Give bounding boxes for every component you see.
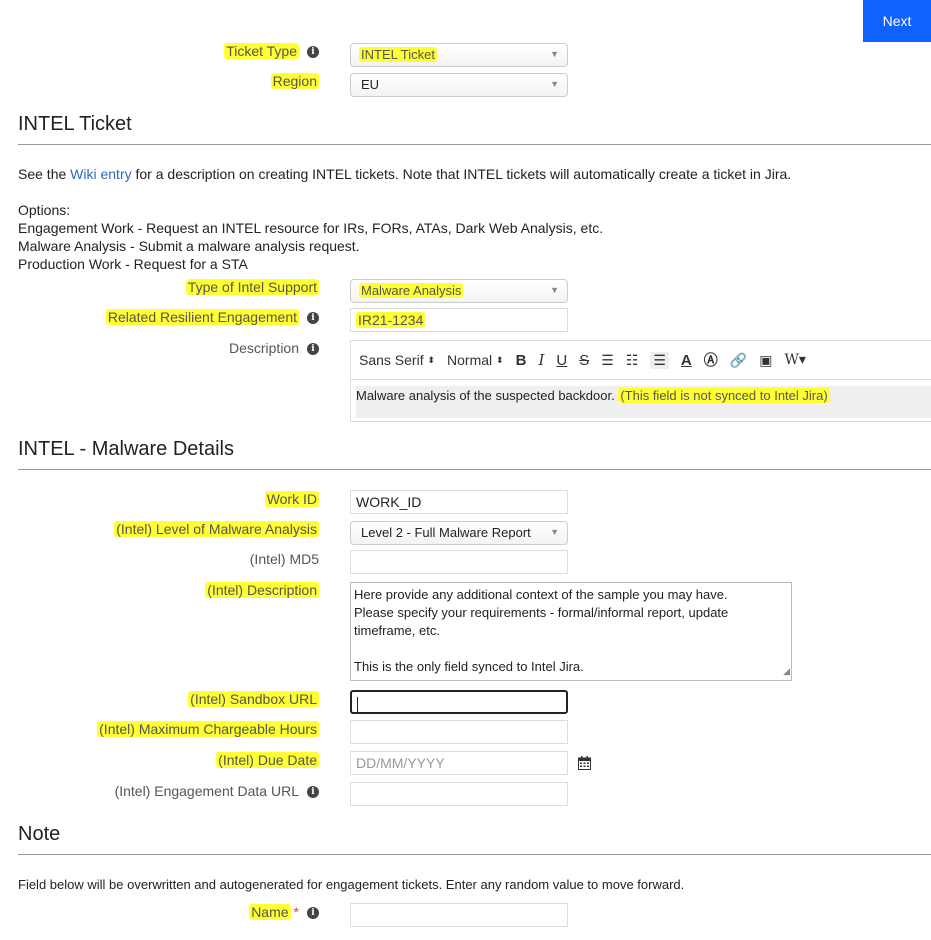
max-chargeable-hours-label: (Intel) Maximum Chargeable Hours [97,721,319,737]
intel-ticket-description: See the Wiki entry for a description on … [18,166,792,182]
description-editor-content[interactable]: Malware analysis of the suspected backdo… [356,386,931,418]
due-date-label: (Intel) Due Date [216,752,319,768]
max-chargeable-hours-input[interactable] [350,720,568,744]
sandbox-url-label: (Intel) Sandbox URL [188,691,319,707]
option-item: Engagement Work - Request an INTEL resou… [18,220,604,236]
description-label: Description i [229,340,319,356]
ticket-type-select[interactable]: INTEL Ticket ▼ [350,43,568,67]
section-title-intel-ticket: INTEL Ticket [18,113,132,135]
wiki-icon[interactable]: W▾ [784,352,805,368]
engagement-data-url-input[interactable] [350,782,568,806]
text-cursor [357,696,358,712]
work-id-label: Work ID [264,491,319,507]
divider [18,144,931,145]
wiki-entry-link[interactable]: Wiki entry [70,166,131,182]
section-title-malware-details: INTEL - Malware Details [18,438,234,460]
level-of-malware-analysis-select[interactable]: Level 2 - Full Malware Report ▼ [350,521,568,545]
description-editor[interactable]: Sans Serif ⬍ Normal ⬍ B I U S ☰ ☷ ☰ A Ⓐ … [350,340,931,422]
chevron-down-icon: ▼ [550,49,559,59]
underline-icon[interactable]: U [556,352,567,369]
image-icon[interactable]: ▣ [759,352,772,369]
text-color-icon[interactable]: A [681,352,692,369]
engagement-data-url-label: (Intel) Engagement Data URL i [115,783,319,799]
work-id-input[interactable]: WORK_ID [350,490,568,514]
chevron-down-icon: ▼ [550,527,559,537]
md5-label: (Intel) MD5 [249,551,319,567]
link-icon[interactable]: 🔗 [730,352,747,369]
region-label: Region [270,73,319,89]
font-family-picker[interactable]: Sans Serif ⬍ [359,352,435,368]
resize-handle-icon[interactable]: ◢ [783,662,790,680]
ordered-list-icon[interactable]: ☰ [601,352,614,369]
options-list: Options: Engagement Work - Request an IN… [18,202,604,272]
bold-icon[interactable]: B [516,352,527,369]
intel-description-label: (Intel) Description [205,582,319,598]
note-text: Field below will be overwritten and auto… [18,877,685,892]
md5-input[interactable] [350,550,568,574]
related-engagement-input[interactable]: IR21-1234 [350,308,568,332]
ticket-type-label: Ticket Type i [224,43,319,59]
option-item: Malware Analysis - Submit a malware anal… [18,238,360,254]
option-item: Production Work - Request for a STA [18,256,248,272]
required-marker: * [293,904,299,920]
bullet-list-icon[interactable]: ☷ [626,352,639,369]
italic-icon[interactable]: I [538,351,544,369]
chevron-updown-icon: ⬍ [427,354,436,365]
due-date-input[interactable]: DD/MM/YYYY [350,751,568,775]
related-engagement-label: Related Resilient Engagement i [105,309,319,325]
type-of-intel-support-select[interactable]: Malware Analysis ▼ [350,279,568,303]
region-select[interactable]: EU ▼ [350,73,568,97]
editor-toolbar: Sans Serif ⬍ Normal ⬍ B I U S ☰ ☷ ☰ A Ⓐ … [351,341,931,380]
name-label: Name * i [249,904,319,920]
type-of-intel-support-label: Type of Intel Support [185,279,319,295]
info-icon[interactable]: i [307,46,319,59]
info-icon[interactable]: i [307,907,319,920]
chevron-down-icon: ▼ [550,285,559,295]
chevron-down-icon: ▼ [550,79,559,89]
info-icon[interactable]: i [307,343,319,356]
align-icon[interactable]: ☰ [650,351,669,369]
divider [18,469,931,470]
info-icon[interactable]: i [307,786,319,799]
info-icon[interactable]: i [307,312,319,325]
background-color-icon[interactable]: Ⓐ [704,350,718,370]
calendar-icon[interactable] [578,756,591,770]
strikethrough-icon[interactable]: S [579,352,589,369]
font-size-picker[interactable]: Normal ⬍ [447,352,504,368]
section-title-note: Note [18,823,61,845]
name-input[interactable] [350,903,568,927]
intel-description-textarea[interactable]: Here provide any additional context of t… [350,582,792,681]
sandbox-url-input[interactable] [350,690,568,714]
next-button[interactable]: Next [863,0,931,42]
chevron-updown-icon: ⬍ [496,354,504,365]
level-of-malware-analysis-label: (Intel) Level of Malware Analysis [114,521,319,537]
divider [18,854,931,855]
